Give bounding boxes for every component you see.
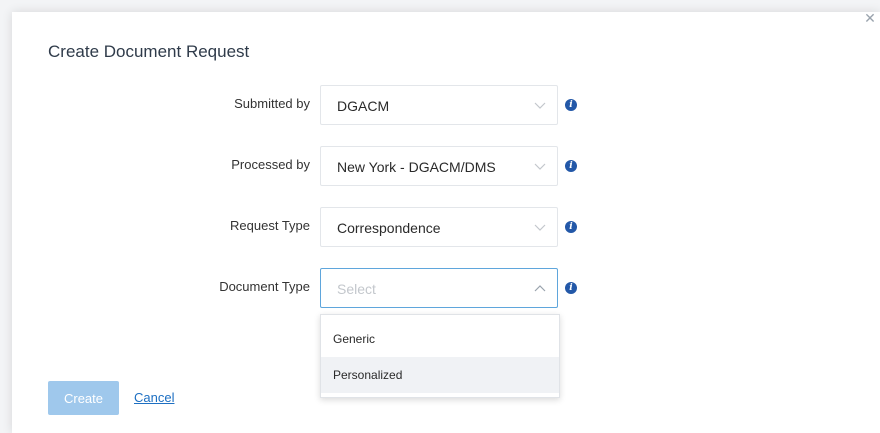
info-icon[interactable]: i	[565, 282, 577, 294]
processed-by-row: Processed by New York - DGACM/DMS i	[12, 146, 880, 188]
create-document-request-dialog: ✕ Create Document Request Submitted by D…	[12, 10, 880, 433]
create-button[interactable]: Create	[48, 381, 119, 415]
dropdown-option-personalized[interactable]: Personalized	[321, 357, 559, 393]
document-type-dropdown: Generic Personalized	[320, 314, 560, 398]
info-icon[interactable]: i	[565, 160, 577, 172]
close-icon[interactable]: ✕	[862, 10, 878, 26]
submitted-by-label: Submitted by	[234, 96, 310, 111]
submitted-by-select[interactable]: DGACM	[320, 85, 558, 125]
request-type-select[interactable]: Correspondence	[320, 207, 558, 247]
submitted-by-row: Submitted by DGACM i	[12, 85, 880, 127]
submitted-by-value: DGACM	[337, 98, 390, 114]
request-type-value: Correspondence	[337, 220, 441, 236]
processed-by-select[interactable]: New York - DGACM/DMS	[320, 146, 558, 186]
document-type-row: Document Type Select i	[12, 268, 880, 310]
chevron-down-icon	[534, 102, 546, 109]
document-type-placeholder: Select	[337, 281, 376, 297]
request-type-label: Request Type	[230, 218, 310, 233]
dropdown-option-generic[interactable]: Generic	[321, 321, 559, 357]
chevron-down-icon	[534, 224, 546, 231]
cancel-link[interactable]: Cancel	[134, 390, 174, 405]
document-type-label: Document Type	[219, 279, 310, 294]
dialog-title: Create Document Request	[48, 42, 250, 61]
document-type-select[interactable]: Select	[320, 268, 558, 308]
processed-by-value: New York - DGACM/DMS	[337, 159, 496, 175]
processed-by-label: Processed by	[231, 157, 310, 172]
request-type-row: Request Type Correspondence i	[12, 207, 880, 249]
chevron-up-icon	[534, 285, 546, 292]
chevron-down-icon	[534, 163, 546, 170]
info-icon[interactable]: i	[565, 221, 577, 233]
info-icon[interactable]: i	[565, 99, 577, 111]
